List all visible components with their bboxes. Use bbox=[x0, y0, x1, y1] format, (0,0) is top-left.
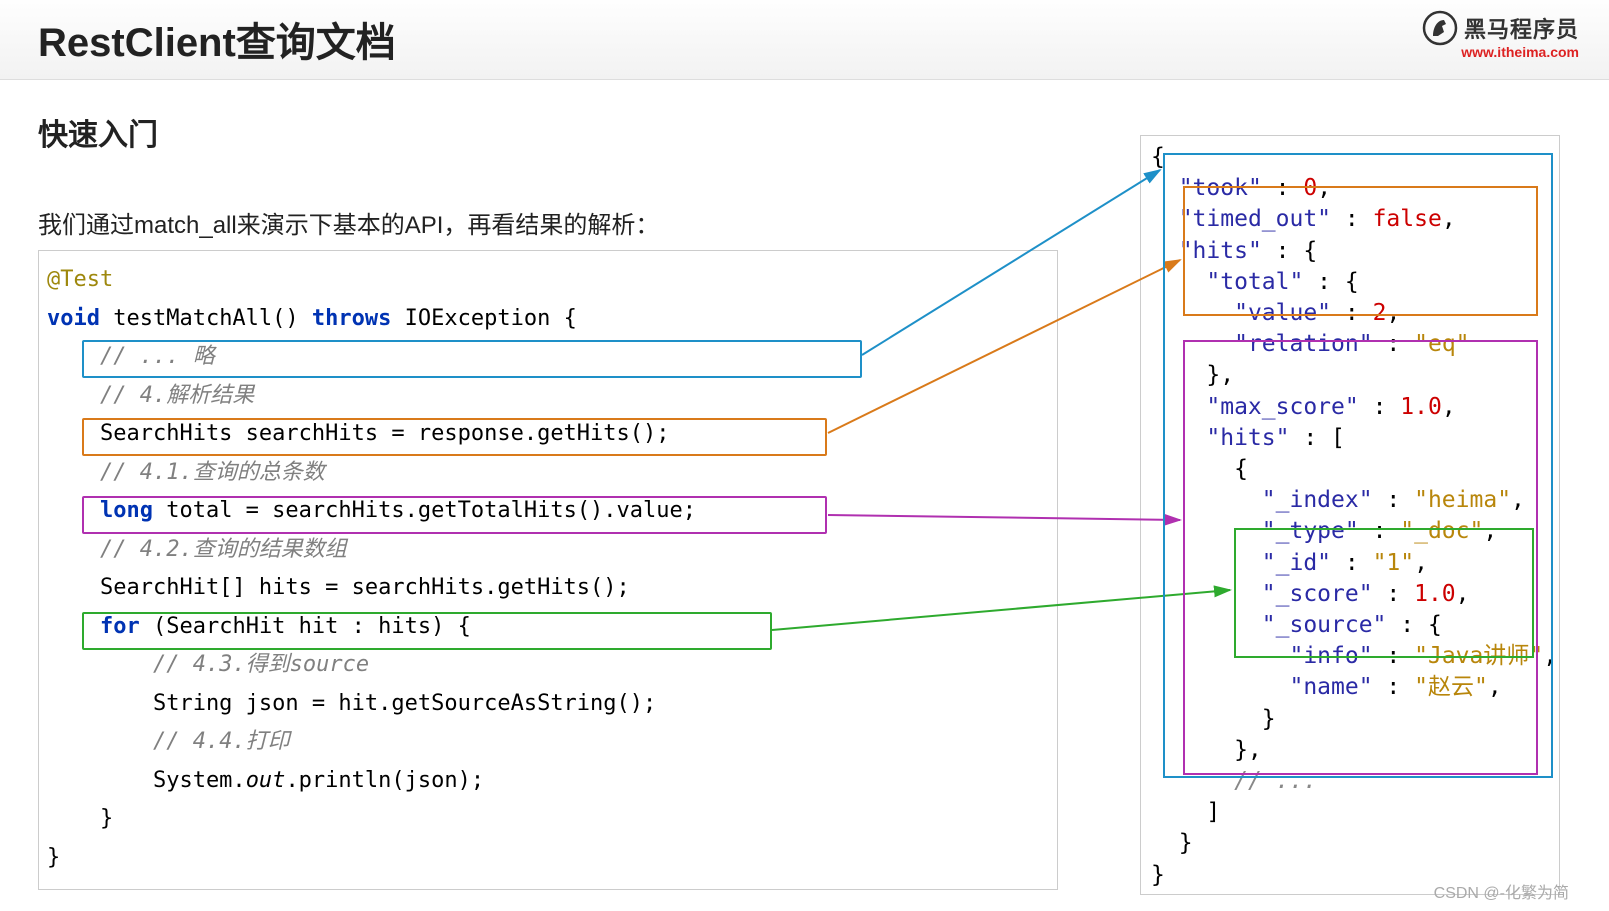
code-line: { bbox=[1151, 142, 1549, 173]
code-line: "_id" : "1", bbox=[1151, 548, 1549, 579]
code-line: // 4.1.查询的总条数 bbox=[47, 454, 1049, 493]
code-line: "total" : { bbox=[1151, 267, 1549, 298]
code-line: // 4.2.查询的结果数组 bbox=[47, 531, 1049, 570]
code-line: // 4.解析结果 bbox=[47, 377, 1049, 416]
code-line: "_source" : { bbox=[1151, 610, 1549, 641]
code-line: } bbox=[47, 839, 1049, 878]
code-line: } bbox=[1151, 704, 1549, 735]
code-line: // ... bbox=[1151, 766, 1549, 797]
watermark: CSDN @-化繁为简 bbox=[1434, 879, 1569, 903]
code-line: for (SearchHit hit : hits) { bbox=[47, 608, 1049, 647]
code-line: "_index" : "heima", bbox=[1151, 485, 1549, 516]
code-line: { bbox=[1151, 454, 1549, 485]
code-line: String json = hit.getSourceAsString(); bbox=[47, 685, 1049, 724]
page-title: RestClient查询文档 bbox=[38, 10, 396, 68]
intro-text: 我们通过match_all来演示下基本的API，再看结果的解析： bbox=[38, 205, 659, 240]
header-bar: RestClient查询文档 黑马程序员 www.itheima.com bbox=[0, 0, 1609, 80]
code-line: "_type" : "_doc", bbox=[1151, 516, 1549, 547]
code-line: @Test bbox=[47, 261, 1049, 300]
code-line: }, bbox=[1151, 360, 1549, 391]
logo-block: 黑马程序员 www.itheima.com bbox=[1422, 10, 1579, 60]
code-line: } bbox=[1151, 828, 1549, 859]
logo-text: 黑马程序员 bbox=[1464, 12, 1579, 44]
code-line: // ... 略 bbox=[47, 338, 1049, 377]
section-title: 快速入门 bbox=[38, 110, 158, 154]
code-line: "_score" : 1.0, bbox=[1151, 579, 1549, 610]
code-line: SearchHit[] hits = searchHits.getHits(); bbox=[47, 569, 1049, 608]
code-line: // 4.4.打印 bbox=[47, 723, 1049, 762]
code-line: void testMatchAll() throws IOException { bbox=[47, 300, 1049, 339]
code-line: "info" : "Java讲师", bbox=[1151, 641, 1549, 672]
horse-icon bbox=[1422, 10, 1458, 46]
logo-url: www.itheima.com bbox=[1422, 44, 1579, 60]
code-line: "hits" : [ bbox=[1151, 423, 1549, 454]
code-line: long total = searchHits.getTotalHits().v… bbox=[47, 492, 1049, 531]
code-line: "name" : "赵云", bbox=[1151, 672, 1549, 703]
code-line: } bbox=[47, 800, 1049, 839]
code-line: "relation" : "eq" bbox=[1151, 329, 1549, 360]
code-line: "took" : 0, bbox=[1151, 173, 1549, 204]
code-line: }, bbox=[1151, 735, 1549, 766]
code-block-java: @Testvoid testMatchAll() throws IOExcept… bbox=[38, 250, 1058, 890]
code-line: "timed_out" : false, bbox=[1151, 204, 1549, 235]
code-line: ] bbox=[1151, 797, 1549, 828]
code-line: // 4.3.得到source bbox=[47, 646, 1049, 685]
code-line: "hits" : { bbox=[1151, 236, 1549, 267]
code-block-json: { "took" : 0, "timed_out" : false, "hits… bbox=[1140, 135, 1560, 895]
code-line: SearchHits searchHits = response.getHits… bbox=[47, 415, 1049, 454]
code-line: "max_score" : 1.0, bbox=[1151, 392, 1549, 423]
code-line: System.out.println(json); bbox=[47, 762, 1049, 801]
code-line: "value" : 2, bbox=[1151, 298, 1549, 329]
